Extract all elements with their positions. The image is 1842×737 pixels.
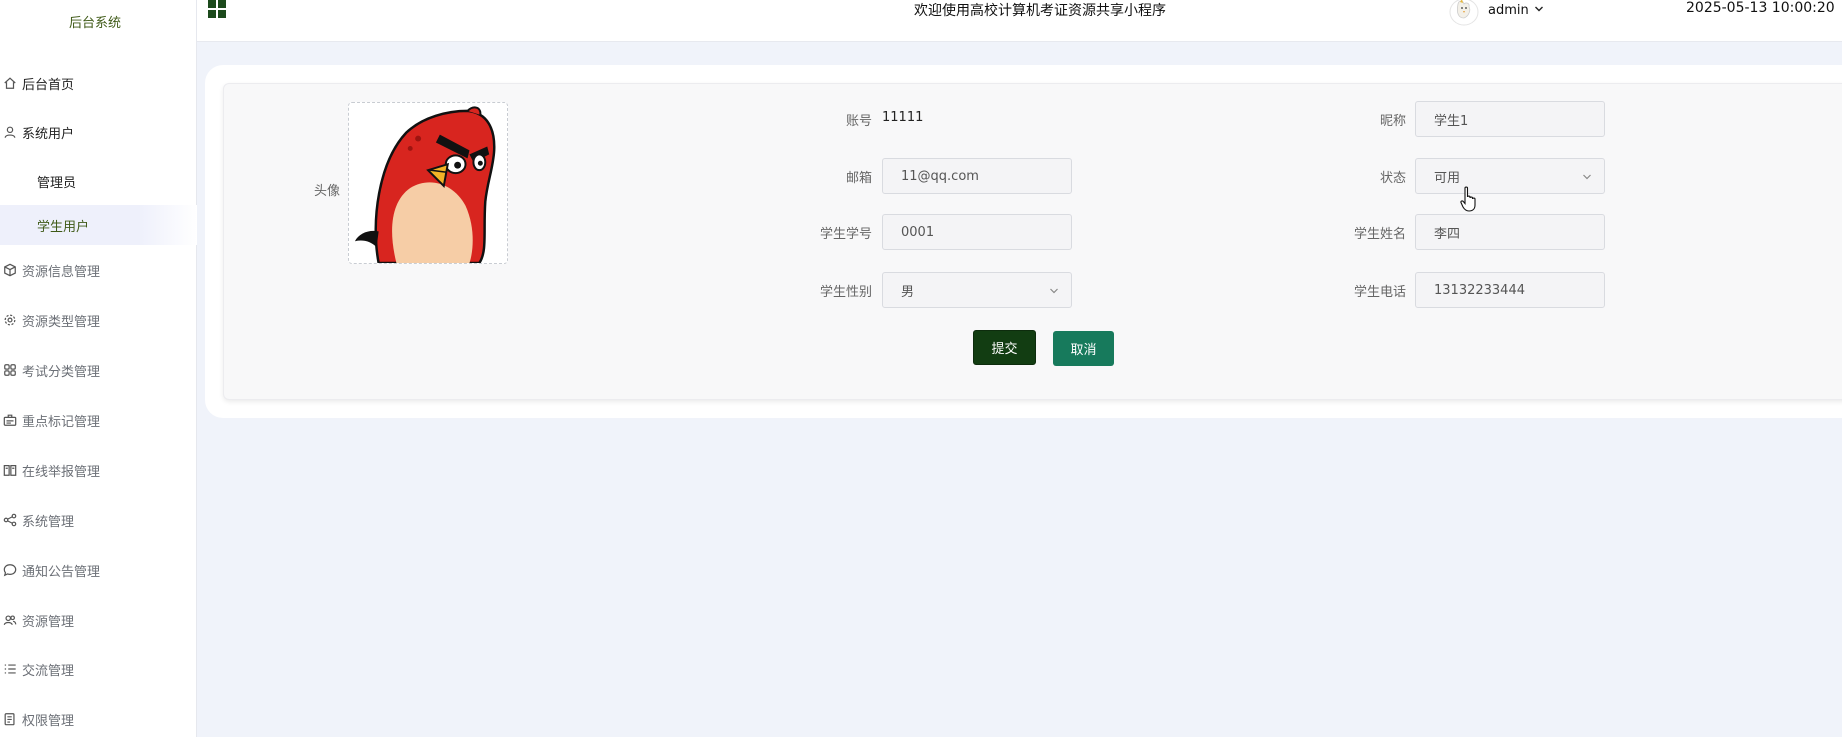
menu-label: 资源类型管理 (22, 314, 101, 330)
nickname-value: 学生1 (1434, 113, 1469, 129)
email-value: 11@qq.com (901, 168, 979, 184)
user-icon (0, 122, 20, 142)
menu-label: 考试分类管理 (22, 364, 101, 380)
top-bar: 欢迎使用高校计算机考证资源共享小程序 admin 2025-05-13 10:0… (197, 0, 1842, 42)
angry-bird-avatar-image (349, 103, 507, 263)
menu-label: 资源管理 (22, 614, 75, 630)
badge-icon (0, 410, 20, 430)
apps-grid-icon[interactable] (208, 0, 226, 18)
chevron-down-icon (1050, 288, 1058, 294)
submit-button[interactable]: 提交 (973, 330, 1036, 365)
gender-label: 学生性别 (819, 285, 872, 300)
chevron-down-icon (1583, 174, 1591, 180)
menu-item-notices[interactable]: 通知公告管理 (0, 555, 197, 585)
menu-item-resource-info[interactable]: 资源信息管理 (0, 255, 197, 285)
status-select[interactable]: 可用 (1415, 158, 1605, 194)
student-no-value: 0001 (901, 224, 935, 240)
status-label: 状态 (1379, 171, 1406, 186)
menu-label: 交流管理 (22, 663, 75, 679)
menu-label: 通知公告管理 (22, 564, 101, 580)
student-no-field[interactable]: 0001 (882, 214, 1072, 250)
chat-icon (0, 560, 20, 580)
menu-label: 资源信息管理 (22, 264, 101, 280)
cube-icon (0, 260, 20, 280)
home-icon (0, 73, 20, 93)
menu-item-home[interactable]: 后台首页 (0, 68, 197, 98)
chevron-down-icon[interactable] (1534, 4, 1544, 14)
nickname-label: 昵称 (1379, 114, 1406, 129)
phone-label: 学生电话 (1353, 285, 1406, 300)
menu-label: 系统用户 (22, 126, 75, 142)
sidebar-item-admins[interactable]: 管理员 (0, 161, 197, 201)
user-avatar[interactable] (1447, 0, 1481, 26)
clipboard-icon (0, 709, 20, 729)
menu-label: 系统管理 (22, 514, 75, 530)
grid-icon (0, 360, 20, 380)
menu-label: 后台首页 (22, 77, 75, 93)
account-label: 账号 (845, 114, 872, 129)
share-icon (0, 510, 20, 530)
avatar-upload[interactable] (348, 102, 508, 264)
menu-item-resource-management[interactable]: 资源管理 (0, 605, 197, 635)
status-value: 可用 (1434, 170, 1461, 186)
phone-value: 13132233444 (1434, 282, 1525, 298)
menu-item-key-marks[interactable]: 重点标记管理 (0, 405, 197, 435)
avatar-label: 头像 (313, 184, 340, 199)
admin-username[interactable]: admin (1488, 3, 1529, 18)
email-label: 邮箱 (845, 171, 872, 186)
menu-item-system-management[interactable]: 系统管理 (0, 505, 197, 535)
menu-label: 权限管理 (22, 713, 75, 729)
list-icon (0, 659, 20, 679)
menu-item-system-users[interactable]: 系统用户 (0, 117, 197, 147)
menu-label: 在线举报管理 (22, 464, 101, 480)
gender-value: 男 (901, 284, 915, 300)
book-icon (0, 460, 20, 480)
sub-item-label: 管理员 (37, 175, 77, 191)
users-icon (0, 610, 20, 630)
menu-item-online-reports[interactable]: 在线举报管理 (0, 455, 197, 485)
menu-item-resource-types[interactable]: 资源类型管理 (0, 305, 197, 335)
phone-field[interactable]: 13132233444 (1415, 272, 1605, 308)
student-name-label: 学生姓名 (1353, 227, 1406, 242)
gender-select[interactable]: 男 (882, 272, 1072, 308)
menu-label: 重点标记管理 (22, 414, 101, 430)
cancel-button[interactable]: 取消 (1053, 331, 1114, 366)
hand-cursor-icon (1460, 186, 1476, 212)
menu-item-exam-categories[interactable]: 考试分类管理 (0, 355, 197, 385)
account-value: 11111 (882, 110, 924, 125)
student-name-field[interactable]: 李四 (1415, 214, 1605, 250)
email-field[interactable]: 11@qq.com (882, 158, 1072, 194)
menu-item-exchange[interactable]: 交流管理 (0, 654, 197, 684)
sidebar: 后台系统 后台首页 系统用户 管理员 学生用户 资源信息管理 资源类型管理 考试… (0, 0, 197, 737)
nickname-field[interactable]: 学生1 (1415, 101, 1605, 137)
sub-item-label: 学生用户 (37, 219, 90, 235)
sidebar-item-student-users[interactable]: 学生用户 (0, 205, 197, 245)
student-no-label: 学生学号 (819, 227, 872, 242)
brand-title: 后台系统 (68, 16, 121, 31)
datetime-display: 2025-05-13 10:00:20 (1686, 0, 1835, 16)
site-title: 欢迎使用高校计算机考证资源共享小程序 (914, 3, 1166, 19)
student-name-value: 李四 (1434, 226, 1461, 242)
menu-item-permissions[interactable]: 权限管理 (0, 704, 197, 734)
gear-icon (0, 310, 20, 330)
